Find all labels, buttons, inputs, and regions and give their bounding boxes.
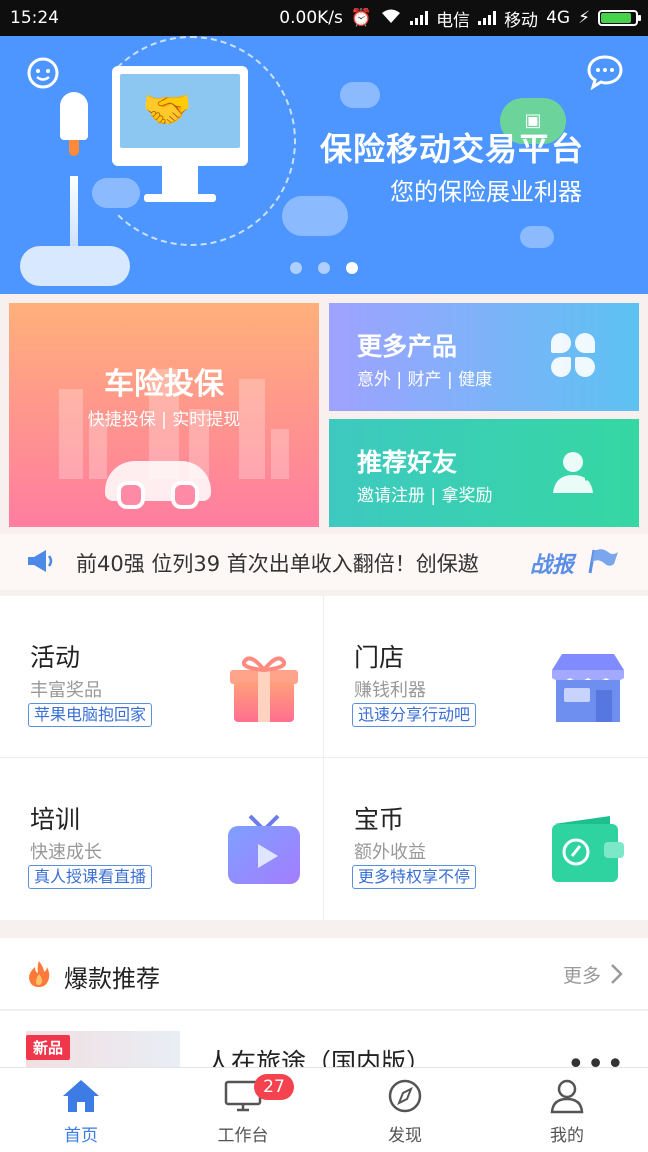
- feature-title: 门店: [354, 643, 405, 672]
- feature-grid: 活动 丰富奖品 苹果电脑抱回家 门店 赚钱利器 迅速分享行动吧 培训 快速成长 …: [0, 596, 648, 920]
- notification-badge: 27: [254, 1074, 294, 1100]
- fire-icon: [28, 960, 50, 988]
- signal-icon: [410, 11, 429, 25]
- wallet-icon: [550, 814, 626, 886]
- friend-card-title: 推荐好友: [357, 448, 458, 477]
- home-icon: [61, 1078, 101, 1114]
- carrier-1: 电信: [436, 10, 471, 31]
- tab-profile[interactable]: 我的: [486, 1068, 648, 1152]
- rocket-icon: [60, 92, 88, 156]
- car-card-title: 车险投保: [104, 367, 224, 402]
- feature-tag: 真人授课看直播: [28, 865, 153, 889]
- more-card-subtitle: 意外 | 财产 | 健康: [357, 370, 493, 390]
- user-icon: [547, 1078, 587, 1114]
- wifi-icon: [380, 8, 402, 29]
- flag-icon: [588, 548, 618, 574]
- tab-workbench[interactable]: 27 工作台: [162, 1068, 324, 1152]
- cloud-decor: [340, 82, 380, 108]
- section-title: 爆款推荐: [64, 965, 160, 993]
- status-time: 15:24: [10, 8, 59, 28]
- clover-icon: [551, 333, 595, 377]
- promo-banner[interactable]: 🤝 ▣ 保险移动交易平台 您的保险展业利器: [0, 36, 648, 294]
- gift-icon: [226, 652, 302, 724]
- add-user-icon: [551, 449, 600, 493]
- network-type: 4G: [546, 8, 571, 28]
- cloud-decor: [520, 226, 554, 248]
- new-badge: 新品: [26, 1035, 71, 1060]
- feature-subtitle: 丰富奖品: [30, 680, 102, 701]
- friend-card-subtitle: 邀请注册 | 拿奖励: [357, 486, 493, 506]
- tab-label: 发现: [388, 1126, 422, 1146]
- tv-icon: [226, 814, 302, 886]
- customer-service-icon[interactable]: [24, 54, 62, 99]
- megaphone-icon: [26, 548, 54, 574]
- banner-title: 保险移动交易平台: [320, 130, 585, 168]
- handshake-icon: 🤝: [142, 87, 192, 133]
- feature-tag: 迅速分享行动吧: [352, 703, 477, 727]
- tab-label: 我的: [550, 1126, 584, 1146]
- bottom-tab-bar: 首页 27 工作台 发现 我的: [0, 1067, 648, 1152]
- chevron-right-icon[interactable]: [608, 963, 624, 985]
- feature-title: 活动: [30, 643, 81, 672]
- carousel-dots: [290, 262, 358, 274]
- carrier-2: 移动: [504, 10, 539, 31]
- refer-friend-card[interactable]: 推荐好友 邀请注册 | 拿奖励: [329, 419, 639, 527]
- store-icon: [550, 652, 626, 724]
- network-speed: 0.00K/s: [279, 8, 343, 28]
- compass-icon: [385, 1078, 425, 1114]
- product-list-item[interactable]: 新品 人在旅途（国内版） •••: [0, 1011, 648, 1071]
- status-bar: 15:24 0.00K/s ⏰ 电信 移动 4G ⚡: [0, 0, 648, 36]
- car-icon: [105, 461, 211, 509]
- feature-title: 培训: [30, 805, 81, 834]
- store-cell[interactable]: 门店 赚钱利器 迅速分享行动吧: [324, 596, 648, 758]
- training-cell[interactable]: 培训 快速成长 真人授课看直播: [0, 758, 324, 920]
- feature-subtitle: 快速成长: [30, 842, 102, 863]
- cloud-decor: [282, 196, 348, 236]
- coin-cell[interactable]: 宝币 额外收益 更多特权享不停: [324, 758, 648, 920]
- tab-home[interactable]: 首页: [0, 1068, 162, 1152]
- tab-label: 工作台: [217, 1126, 269, 1146]
- signal-icon: [478, 11, 497, 25]
- news-ticker[interactable]: 前40强 位列39 首次出单收入翻倍！创保遨 战报: [0, 534, 648, 590]
- more-card-title: 更多产品: [357, 332, 458, 361]
- hot-products-header: 爆款推荐 更多: [0, 938, 648, 1010]
- feature-subtitle: 额外收益: [354, 842, 426, 863]
- more-products-card[interactable]: 更多产品 意外 | 财产 | 健康: [329, 303, 639, 411]
- feature-tag: 更多特权享不停: [352, 865, 477, 889]
- feature-title: 宝币: [354, 805, 405, 834]
- more-link[interactable]: 更多: [563, 961, 601, 988]
- feature-subtitle: 赚钱利器: [354, 680, 426, 701]
- battle-report-label[interactable]: 战报: [530, 547, 574, 579]
- car-card-subtitle: 快捷投保 | 实时提现: [87, 410, 241, 430]
- tab-discover[interactable]: 发现: [324, 1068, 486, 1152]
- alarm-icon: ⏰: [350, 8, 373, 28]
- feature-tag: 苹果电脑抱回家: [28, 703, 153, 727]
- activity-cell[interactable]: 活动 丰富奖品 苹果电脑抱回家: [0, 596, 324, 758]
- charging-icon: ⚡: [578, 8, 590, 28]
- carousel-dot-active[interactable]: [346, 262, 358, 274]
- banner-subtitle: 您的保险展业利器: [390, 178, 582, 206]
- product-cards: 车险投保 快捷投保 | 实时提现 更多产品 意外 | 财产 | 健康 推荐好友 …: [0, 294, 648, 534]
- carousel-dot[interactable]: [318, 262, 330, 274]
- tab-label: 首页: [64, 1126, 98, 1146]
- battery-icon: [598, 10, 641, 26]
- message-icon[interactable]: [586, 54, 624, 97]
- car-insurance-card[interactable]: 车险投保 快捷投保 | 实时提现: [9, 303, 319, 527]
- monitor-illustration: 🤝: [112, 66, 248, 202]
- cloud-decor: [92, 178, 140, 208]
- cloud-decor: [20, 246, 130, 286]
- carousel-dot[interactable]: [290, 262, 302, 274]
- ticker-text: 前40强 位列39 首次出单收入翻倍！创保遨: [76, 552, 479, 576]
